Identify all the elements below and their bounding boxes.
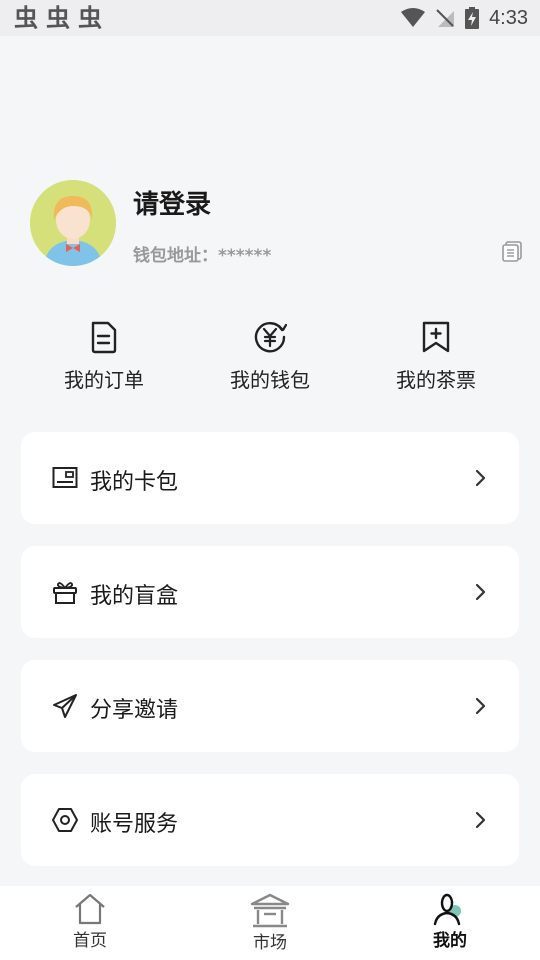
my-orders-button[interactable]: 我的订单: [34, 320, 174, 393]
hexagon-settings-icon: [52, 808, 78, 832]
tab-home-label: 首页: [73, 931, 107, 951]
copy-icon[interactable]: [501, 240, 523, 262]
home-icon: [75, 893, 105, 925]
market-icon: [250, 893, 290, 928]
tab-mine[interactable]: 我的: [390, 886, 510, 960]
my-orders-label: 我的订单: [64, 368, 144, 392]
battery-charging-icon: [465, 7, 480, 29]
tab-market-label: 市场: [253, 933, 287, 953]
wallet-address-label: 钱包地址：: [133, 246, 218, 266]
ticket-bookmark-icon: [422, 321, 450, 353]
menu-item-account-service[interactable]: 账号服务: [21, 774, 519, 866]
menu-item-blind-box[interactable]: 我的盲盒: [21, 546, 519, 638]
status-bar: 虫 虫 虫 4:33: [0, 0, 540, 36]
menu-item-label: 我的卡包: [90, 470, 179, 495]
my-wallet-label: 我的钱包: [230, 368, 310, 392]
my-wallet-button[interactable]: 我的钱包: [200, 320, 340, 393]
status-time: 4:33: [489, 6, 528, 29]
status-indicators: 4:33: [401, 7, 528, 30]
chevron-right-icon: [475, 697, 486, 715]
tab-market[interactable]: 市场: [210, 886, 330, 960]
profile-header: 请登录 钱包地址：******: [30, 180, 525, 270]
menu-item-share-invite[interactable]: 分享邀请: [21, 660, 519, 752]
gift-box-icon: [53, 582, 77, 604]
wifi-icon: [401, 8, 426, 27]
bug-icon: 虫: [78, 4, 102, 32]
bottom-tab-bar: 首页 市场 我的: [0, 886, 540, 960]
avatar-illustration: [30, 180, 116, 266]
my-tea-tickets-button[interactable]: 我的茶票: [366, 320, 506, 393]
wallet-address: 钱包地址：******: [133, 241, 271, 266]
document-icon: [91, 321, 117, 354]
my-tea-tickets-label: 我的茶票: [396, 368, 476, 392]
paper-plane-icon: [53, 694, 77, 718]
bug-icon: 虫: [14, 4, 38, 32]
card-icon: [52, 467, 78, 488]
quick-actions: 我的订单 我的钱包 我的茶票: [0, 320, 540, 400]
status-notifications: 虫 虫 虫: [14, 6, 102, 30]
login-prompt[interactable]: 请登录: [133, 184, 211, 221]
avatar[interactable]: [30, 180, 116, 266]
chevron-right-icon: [475, 811, 486, 829]
menu-item-label: 账号服务: [90, 812, 179, 837]
tab-mine-label: 我的: [433, 931, 467, 951]
chevron-right-icon: [475, 469, 486, 487]
menu-item-card-wallet[interactable]: 我的卡包: [21, 432, 519, 524]
tab-home[interactable]: 首页: [30, 886, 150, 960]
bug-icon: 虫: [46, 4, 70, 32]
menu-item-label: 我的盲盒: [90, 584, 179, 609]
chevron-right-icon: [475, 583, 486, 601]
yuan-coin-icon: [254, 322, 287, 353]
menu-item-label: 分享邀请: [90, 698, 179, 723]
wallet-address-value: ******: [218, 246, 272, 266]
no-signal-icon: [436, 9, 455, 27]
user-icon: [433, 893, 461, 926]
